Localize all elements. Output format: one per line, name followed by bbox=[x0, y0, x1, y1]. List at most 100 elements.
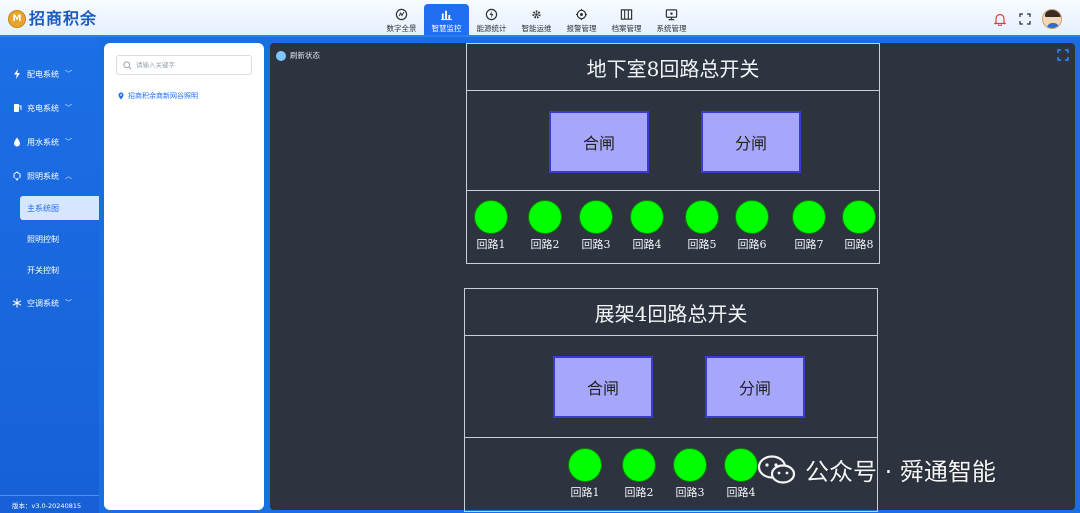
circuit-on-icon bbox=[724, 448, 758, 482]
top-nav: 数字全景 智慧监控 能源统计 智能运维 报警管理 档案管理 系统管理 bbox=[379, 4, 694, 35]
chevron-up-icon: ︿ bbox=[65, 172, 72, 180]
dashboard-icon bbox=[395, 7, 409, 21]
fullscreen-icon[interactable] bbox=[1017, 11, 1033, 27]
sidebar-item-water[interactable]: 用水系统 ﹀ bbox=[0, 131, 99, 153]
sidebar-subitem-main-diagram[interactable]: 主系统图 bbox=[20, 196, 99, 220]
panel-control-area: 合闸 分闸 bbox=[465, 336, 877, 438]
energy-icon bbox=[485, 7, 499, 21]
top-header: M 招商积余 数字全景 智慧监控 能源统计 智能运维 报警管理 档案管理 系统管… bbox=[0, 0, 1080, 37]
circuit-label: 回路4 bbox=[726, 486, 756, 499]
version-label: 版本：v3.0-20240815 bbox=[0, 495, 99, 513]
close-switch-button[interactable]: 合闸 bbox=[553, 356, 653, 418]
circuit-3[interactable]: 回路3 bbox=[670, 448, 710, 500]
circuit-2[interactable]: 回路2 bbox=[619, 448, 659, 500]
circuit-7[interactable]: 回路7 bbox=[789, 200, 829, 252]
circuit-3[interactable]: 回路3 bbox=[576, 200, 616, 252]
circuit-on-icon bbox=[579, 200, 613, 234]
sidebar-item-label: 充电系统 bbox=[27, 103, 59, 113]
nav-label: 能源统计 bbox=[476, 24, 507, 33]
bell-icon[interactable] bbox=[992, 11, 1008, 27]
circuit-label: 回路1 bbox=[476, 238, 506, 251]
circuit-4[interactable]: 回路4 bbox=[721, 448, 761, 500]
sidebar-item-lighting[interactable]: 照明系统 ︿ bbox=[0, 165, 99, 187]
refresh-indicator-icon bbox=[276, 50, 286, 61]
open-switch-button[interactable]: 分闸 bbox=[705, 356, 805, 418]
circuit-label: 回路5 bbox=[687, 238, 717, 251]
brand-logo[interactable]: M 招商积余 bbox=[8, 8, 97, 30]
nav-archive-management[interactable]: 档案管理 bbox=[604, 4, 649, 35]
logo-badge-icon: M bbox=[8, 10, 26, 28]
sidebar-item-air-conditioning[interactable]: 空调系统 ﹀ bbox=[0, 292, 99, 314]
nav-smart-maintenance[interactable]: 智能运维 bbox=[514, 4, 559, 35]
header-actions bbox=[983, 9, 1062, 29]
circuit-label: 回路2 bbox=[624, 486, 654, 499]
wechat-icon bbox=[757, 454, 797, 486]
circuit-5[interactable]: 回路5 bbox=[682, 200, 722, 252]
sidebar-item-label: 空调系统 bbox=[27, 298, 59, 308]
sidebar-item-power-distribution[interactable]: 配电系统 ﹀ bbox=[0, 63, 99, 85]
nav-digital-panorama[interactable]: 数字全景 bbox=[379, 4, 424, 35]
circuit-label: 回路7 bbox=[794, 238, 824, 251]
device-tree-panel: 招商积余商新网谷照明 bbox=[104, 43, 264, 510]
circuit-label: 回路1 bbox=[570, 486, 600, 499]
circuit-4[interactable]: 回路4 bbox=[627, 200, 667, 252]
circuit-label: 回路6 bbox=[737, 238, 767, 251]
panel-control-area: 合闸 分闸 bbox=[467, 91, 879, 191]
location-icon bbox=[117, 92, 125, 100]
chevron-down-icon: ﹀ bbox=[65, 299, 72, 307]
user-avatar[interactable] bbox=[1042, 9, 1062, 29]
sidebar-subitem-lighting-control[interactable]: 照明控制 bbox=[20, 227, 99, 251]
panel-title: 展架4回路总开关 bbox=[465, 289, 877, 336]
chevron-down-icon: ﹀ bbox=[65, 138, 72, 146]
switch-panel-basement: 地下室8回路总开关 合闸 分闸 回路1 回路2 回路3 回路4 回路5 回路6 … bbox=[466, 43, 880, 264]
circuit-2[interactable]: 回路2 bbox=[525, 200, 565, 252]
tree-node-site[interactable]: 招商积余商新网谷照明 bbox=[117, 91, 198, 101]
switch-diagram-canvas: 刷新状态 地下室8回路总开关 合闸 分闸 回路1 回路2 回路3 回路4 回路5… bbox=[270, 43, 1075, 512]
refresh-status-label: 刷新状态 bbox=[290, 51, 320, 60]
close-switch-button[interactable]: 合闸 bbox=[549, 111, 649, 173]
sidebar-subitem-label: 照明控制 bbox=[27, 234, 59, 244]
circuit-label: 回路2 bbox=[530, 238, 560, 251]
circuit-on-icon bbox=[842, 200, 876, 234]
nav-smart-monitoring[interactable]: 智慧监控 bbox=[424, 4, 469, 35]
nav-energy-statistics[interactable]: 能源统计 bbox=[469, 4, 514, 35]
nav-label: 智能运维 bbox=[521, 24, 552, 33]
circuit-label: 回路3 bbox=[675, 486, 705, 499]
archive-icon bbox=[620, 7, 634, 21]
circuit-1[interactable]: 回路1 bbox=[565, 448, 605, 500]
circuit-1[interactable]: 回路1 bbox=[471, 200, 511, 252]
sidebar-subitem-switch-control[interactable]: 开关控制 bbox=[20, 258, 99, 282]
tree-search-box bbox=[116, 55, 252, 75]
wechat-watermark: 公众号 · 舜通智能 bbox=[757, 452, 996, 487]
nav-label: 智慧监控 bbox=[431, 24, 462, 33]
nav-label: 数字全景 bbox=[386, 24, 417, 33]
search-icon bbox=[123, 60, 132, 70]
circuit-6[interactable]: 回路6 bbox=[732, 200, 772, 252]
watermark-text: 公众号 · 舜通智能 bbox=[805, 458, 996, 486]
tree-search-input[interactable] bbox=[136, 61, 246, 69]
lightning-icon bbox=[12, 69, 22, 79]
circuit-on-icon bbox=[568, 448, 602, 482]
circuit-label: 回路3 bbox=[581, 238, 611, 251]
circuit-on-icon bbox=[685, 200, 719, 234]
circuit-label: 回路4 bbox=[632, 238, 662, 251]
water-drop-icon bbox=[12, 137, 22, 147]
open-switch-button[interactable]: 分闸 bbox=[701, 111, 801, 173]
panel-title: 地下室8回路总开关 bbox=[467, 44, 879, 91]
nav-label: 系统管理 bbox=[656, 24, 687, 33]
monitor-icon bbox=[665, 7, 679, 21]
nav-alarm-management[interactable]: 报警管理 bbox=[559, 4, 604, 35]
sidebar-item-label: 配电系统 bbox=[27, 69, 59, 79]
nav-system-management[interactable]: 系统管理 bbox=[649, 4, 694, 35]
lighting-icon bbox=[12, 171, 22, 181]
nav-label: 报警管理 bbox=[566, 24, 597, 33]
sidebar-item-charging[interactable]: 充电系统 ﹀ bbox=[0, 97, 99, 119]
gear-icon bbox=[530, 7, 544, 21]
canvas-fullscreen-icon[interactable] bbox=[1057, 49, 1069, 61]
circuit-on-icon bbox=[528, 200, 562, 234]
circuit-8[interactable]: 回路8 bbox=[839, 200, 879, 252]
circuit-on-icon bbox=[630, 200, 664, 234]
alarm-gear-icon bbox=[575, 7, 589, 21]
nav-label: 档案管理 bbox=[611, 24, 642, 33]
refresh-status[interactable]: 刷新状态 bbox=[276, 50, 320, 61]
